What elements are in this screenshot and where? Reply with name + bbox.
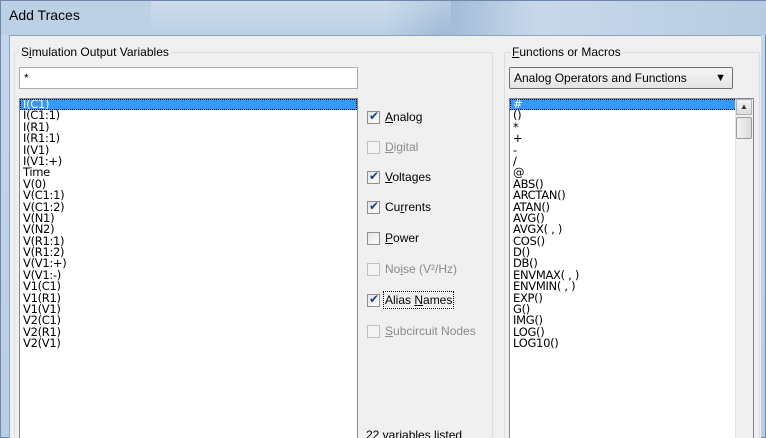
functions-list-scrollbar[interactable]: ▲ <box>735 99 753 438</box>
list-item[interactable]: I(R1) <box>20 121 357 133</box>
functions-list[interactable]: #() * + - / @ ABS() ARCTAN() ATAN() AVG() AVGX( , … <box>509 98 754 438</box>
list-item[interactable]: AVGX( , ) <box>510 223 753 235</box>
list-item[interactable]: V(C1:2) <box>20 201 357 213</box>
filter-label: Noise (V²/Hz) <box>385 262 458 276</box>
list-item[interactable]: I(R1:1) <box>20 132 357 144</box>
list-item[interactable]: V1(R1) <box>20 292 357 304</box>
list-item[interactable]: V(R1:2) <box>20 246 357 258</box>
list-item[interactable]: IMG() <box>510 314 753 326</box>
dropdown-arrow-icon: ▼ <box>715 72 726 84</box>
checkbox-icon <box>367 324 380 338</box>
checkmark-icon[interactable] <box>367 109 380 124</box>
scroll-thumb[interactable] <box>736 117 752 139</box>
filter-digital-checkbox: Digital <box>367 140 418 154</box>
list-item[interactable]: () <box>510 109 753 121</box>
filter-label: Digital <box>385 140 419 154</box>
list-item[interactable]: ATAN() <box>510 201 753 213</box>
checkmark-icon[interactable] <box>367 169 380 184</box>
list-item[interactable]: D() <box>510 246 753 258</box>
checkmark-icon[interactable] <box>367 199 380 214</box>
list-item[interactable]: V(0) <box>20 178 357 190</box>
checkmark-icon[interactable] <box>367 292 380 307</box>
list-item[interactable]: V2(V1) <box>20 337 357 349</box>
scroll-up-icon[interactable]: ▲ <box>736 99 752 115</box>
list-item[interactable]: * <box>510 121 753 133</box>
filter-label: Subcircuit Nodes <box>385 324 476 338</box>
filter-label: Analog <box>385 110 423 124</box>
filter-power-checkbox[interactable]: Power <box>367 231 419 245</box>
checkbox-icon[interactable] <box>367 231 380 245</box>
list-item[interactable]: Time <box>20 166 357 178</box>
list-item[interactable]: @ <box>510 166 753 178</box>
title-bar[interactable]: Add Traces <box>1 1 766 35</box>
output-variables-list[interactable]: I(C1) I(C1:1) I(R1) I(R1:1) I(V1) I(V1:+) Time… <box>19 98 358 438</box>
list-item[interactable]: V1(V1) <box>20 303 357 315</box>
filter-analog-checkbox[interactable]: Analog <box>367 109 423 124</box>
list-item[interactable]: V1(C1) <box>20 280 357 292</box>
filter-label: Alias Names <box>382 291 455 309</box>
list-item[interactable]: V(N1) <box>20 212 357 224</box>
list-item[interactable]: V(N2) <box>20 223 357 235</box>
list-item[interactable]: ENVMIN( , ) <box>510 280 753 292</box>
filter-alias-checkbox[interactable]: Alias Names <box>367 291 455 309</box>
filter-noise-checkbox: Noise (V²/Hz) <box>367 262 457 276</box>
list-item[interactable]: - <box>510 144 753 156</box>
list-item[interactable]: V(V1:+) <box>20 258 357 270</box>
checkbox-icon <box>367 140 380 154</box>
checkbox-icon <box>367 262 380 276</box>
title-bar-glass <box>151 1 451 35</box>
list-item[interactable]: + <box>510 132 753 144</box>
functions-dropdown-value: Analog Operators and Functions <box>514 71 687 85</box>
list-item[interactable]: EXP() <box>510 292 753 304</box>
add-traces-window: Add Traces Simulation Output Variables I… <box>0 0 766 438</box>
filter-currents-checkbox[interactable]: Currents <box>367 199 432 214</box>
list-item[interactable]: I(V1) <box>20 144 357 156</box>
list-item[interactable]: I(C1) <box>20 99 357 111</box>
list-item[interactable]: # <box>510 99 753 111</box>
filter-label: Power <box>385 231 420 245</box>
variable-filter-input[interactable] <box>19 67 358 89</box>
list-item[interactable]: V(V1:-) <box>20 269 357 281</box>
list-item[interactable]: G() <box>510 303 753 315</box>
filter-voltages-checkbox[interactable]: Voltages <box>367 169 432 184</box>
list-item[interactable]: LOG10() <box>510 337 753 349</box>
list-item[interactable]: V(C1:1) <box>20 189 357 201</box>
variables-count: 22 variables listed <box>366 428 463 438</box>
filter-label: Currents <box>385 200 432 214</box>
list-item[interactable]: / <box>510 155 753 167</box>
window-title: Add Traces <box>9 7 80 23</box>
filter-subcircuit-checkbox: Subcircuit Nodes <box>367 324 476 338</box>
list-item[interactable]: V2(R1) <box>20 326 357 338</box>
output-variables-group-label: Simulation Output Variables <box>19 45 171 59</box>
functions-group-label: Functions or Macros <box>510 45 623 59</box>
list-item[interactable]: V2(C1) <box>20 314 357 326</box>
functions-dropdown[interactable]: Analog Operators and Functions ▼ <box>509 67 733 89</box>
filter-label: Voltages <box>385 170 432 184</box>
list-item[interactable]: I(V1:+) <box>20 155 357 167</box>
list-item[interactable]: V(R1:1) <box>20 235 357 247</box>
list-item[interactable]: I(C1:1) <box>20 109 357 121</box>
dialog-body: Simulation Output Variables I(C1)I(C1:1)… <box>9 35 761 438</box>
list-item[interactable]: COS() <box>510 235 753 247</box>
